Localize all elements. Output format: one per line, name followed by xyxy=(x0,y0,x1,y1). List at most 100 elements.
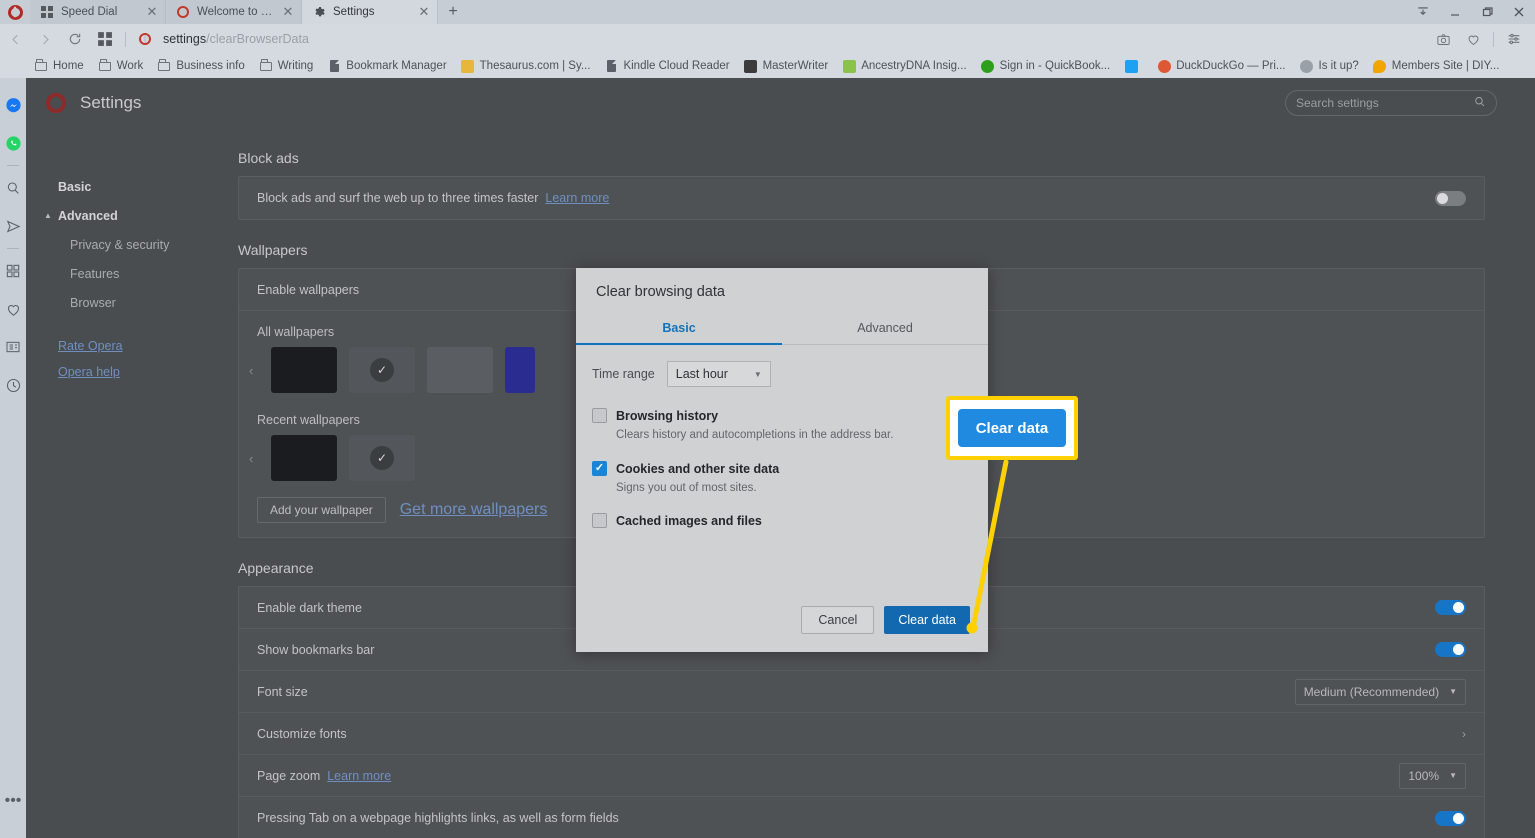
option-cookies[interactable]: Cookies and other site data Signs you ou… xyxy=(592,460,968,497)
whatsapp-icon[interactable] xyxy=(0,124,26,162)
bookmark-item[interactable]: Business info xyxy=(157,59,244,73)
clear-data-button[interactable]: Clear data xyxy=(884,606,970,634)
new-tab-button[interactable]: + xyxy=(438,0,468,24)
option-cached-images[interactable]: Cached images and files xyxy=(592,512,968,530)
dialog-body: Time range Last hour ▼ Browsing history … xyxy=(576,345,988,606)
check-icon: ✓ xyxy=(370,358,394,382)
bookmark-item[interactable]: Thesaurus.com | Sy... xyxy=(461,59,591,73)
tab-bar: Speed Dial ✕ Welcome to Opera! ✕ Setting… xyxy=(0,0,1535,24)
bookmarks-bar: Home Work Business info Writing Bookmark… xyxy=(0,54,1535,78)
bookmark-item[interactable]: Work xyxy=(98,59,144,73)
news-icon[interactable] xyxy=(0,328,26,366)
bookmark-item-twitter[interactable] xyxy=(1124,59,1143,73)
bookmark-item[interactable]: Home xyxy=(34,59,84,73)
wallpaper-thumb[interactable] xyxy=(271,347,337,393)
rate-opera-link[interactable]: Rate Opera xyxy=(58,333,238,359)
block-ads-toggle[interactable] xyxy=(1435,191,1466,206)
tab-basic[interactable]: Basic xyxy=(576,312,782,344)
sidebar-item-basic[interactable]: Basic xyxy=(58,172,238,201)
tab-close-icon[interactable]: ✕ xyxy=(145,5,159,19)
show-bookmarks-bar-toggle[interactable] xyxy=(1435,642,1466,657)
bookmark-item[interactable]: AncestryDNA Insig... xyxy=(842,59,966,73)
gear-icon xyxy=(312,5,326,19)
address-path-strong: settings xyxy=(163,32,206,46)
browsing-history-checkbox[interactable] xyxy=(592,408,607,423)
workspaces-icon[interactable] xyxy=(0,252,26,290)
tab-welcome-to-opera[interactable]: Welcome to Opera! ✕ xyxy=(166,0,302,24)
sidebar-item-advanced[interactable]: ▲ Advanced xyxy=(58,201,238,230)
learn-more-link[interactable]: Learn more xyxy=(545,191,609,205)
divider xyxy=(7,248,19,249)
cached-images-checkbox[interactable] xyxy=(592,513,607,528)
bookmark-item[interactable]: Bookmark Manager xyxy=(327,59,446,73)
sidebar-item-features[interactable]: Features xyxy=(58,259,238,288)
favorites-icon[interactable] xyxy=(0,290,26,328)
chevron-down-icon: ▼ xyxy=(754,370,762,379)
tab-highlights-toggle[interactable] xyxy=(1435,811,1466,826)
cookies-checkbox[interactable] xyxy=(592,461,607,476)
font-size-select[interactable]: Medium (Recommended) ▼ xyxy=(1295,679,1466,705)
customize-fonts-row[interactable]: Customize fonts › xyxy=(239,713,1484,755)
speed-dial-icon xyxy=(40,5,54,19)
bookmark-item[interactable]: Members Site | DIY... xyxy=(1373,59,1500,73)
add-your-wallpaper-button[interactable]: Add your wallpaper xyxy=(257,497,386,523)
bookmark-item[interactable]: Sign in - QuickBook... xyxy=(981,59,1111,73)
sidebar-item-privacy-security[interactable]: Privacy & security xyxy=(58,230,238,259)
option-browsing-history[interactable]: Browsing history Clears history and auto… xyxy=(592,407,968,444)
speed-dial-icon[interactable] xyxy=(90,24,120,54)
divider xyxy=(125,32,126,47)
tab-close-icon[interactable]: ✕ xyxy=(281,5,295,19)
wallpaper-prev-icon[interactable]: ‹ xyxy=(249,451,259,466)
forward-icon[interactable] xyxy=(30,24,60,54)
sidebar-more-button[interactable]: ••• xyxy=(0,782,26,820)
maximize-icon[interactable] xyxy=(1471,0,1503,24)
folder-icon xyxy=(34,59,48,73)
bookmark-label: Is it up? xyxy=(1319,60,1359,72)
bookmark-item[interactable]: MasterWriter xyxy=(744,59,829,73)
wallpaper-thumb[interactable] xyxy=(427,347,493,393)
dialog-footer: Cancel Clear data xyxy=(576,606,988,652)
dialog-tabs: Basic Advanced xyxy=(576,312,988,345)
wallpaper-thumb-selected[interactable]: ✓ xyxy=(349,435,415,481)
tab-speed-dial[interactable]: Speed Dial ✕ xyxy=(30,0,166,24)
tab-settings[interactable]: Settings ✕ xyxy=(302,0,438,24)
page-zoom-select[interactable]: 100% ▼ xyxy=(1399,763,1466,789)
search-settings-input[interactable]: Search settings xyxy=(1285,90,1497,116)
sidebar-item-browser[interactable]: Browser xyxy=(58,288,238,317)
folder-icon xyxy=(98,59,112,73)
chevron-right-icon: › xyxy=(1462,727,1466,741)
search-icon[interactable] xyxy=(0,169,26,207)
back-icon[interactable] xyxy=(0,24,30,54)
opera-menu-button[interactable] xyxy=(0,0,30,24)
send-icon[interactable] xyxy=(0,207,26,245)
enable-dark-theme-toggle[interactable] xyxy=(1435,600,1466,615)
bookmark-item[interactable]: Kindle Cloud Reader xyxy=(604,59,729,73)
tab-close-icon[interactable]: ✕ xyxy=(417,5,431,19)
heart-icon[interactable] xyxy=(1458,24,1488,54)
get-more-wallpapers-link[interactable]: Get more wallpapers xyxy=(400,501,548,519)
bookmark-item[interactable]: DuckDuckGo — Pri... xyxy=(1157,59,1285,73)
wallpaper-thumb[interactable] xyxy=(505,347,535,393)
row-label: Page zoom xyxy=(257,769,320,783)
snapshot-icon[interactable] xyxy=(1428,24,1458,54)
tab-advanced[interactable]: Advanced xyxy=(782,312,988,344)
time-range-select[interactable]: Last hour ▼ xyxy=(667,361,771,387)
bookmark-item[interactable]: Writing xyxy=(259,59,314,73)
reload-icon[interactable] xyxy=(60,24,90,54)
option-title: Browsing history xyxy=(616,409,718,423)
history-icon[interactable] xyxy=(0,366,26,404)
close-icon[interactable] xyxy=(1503,0,1535,24)
wallpaper-thumb[interactable] xyxy=(271,435,337,481)
downloads-icon[interactable] xyxy=(1407,0,1439,24)
address-bar[interactable]: settings /clearBrowserData xyxy=(131,24,1428,54)
minimize-icon[interactable] xyxy=(1439,0,1471,24)
messenger-icon[interactable] xyxy=(0,86,26,124)
wallpaper-thumb-selected[interactable]: ✓ xyxy=(349,347,415,393)
callout-clear-data-button[interactable]: Clear data xyxy=(958,409,1066,447)
bookmark-item[interactable]: Is it up? xyxy=(1300,59,1359,73)
wallpaper-prev-icon[interactable]: ‹ xyxy=(249,363,259,378)
opera-help-link[interactable]: Opera help xyxy=(58,359,238,385)
cancel-button[interactable]: Cancel xyxy=(801,606,874,634)
learn-more-link[interactable]: Learn more xyxy=(327,769,391,783)
easy-setup-icon[interactable] xyxy=(1499,24,1529,54)
